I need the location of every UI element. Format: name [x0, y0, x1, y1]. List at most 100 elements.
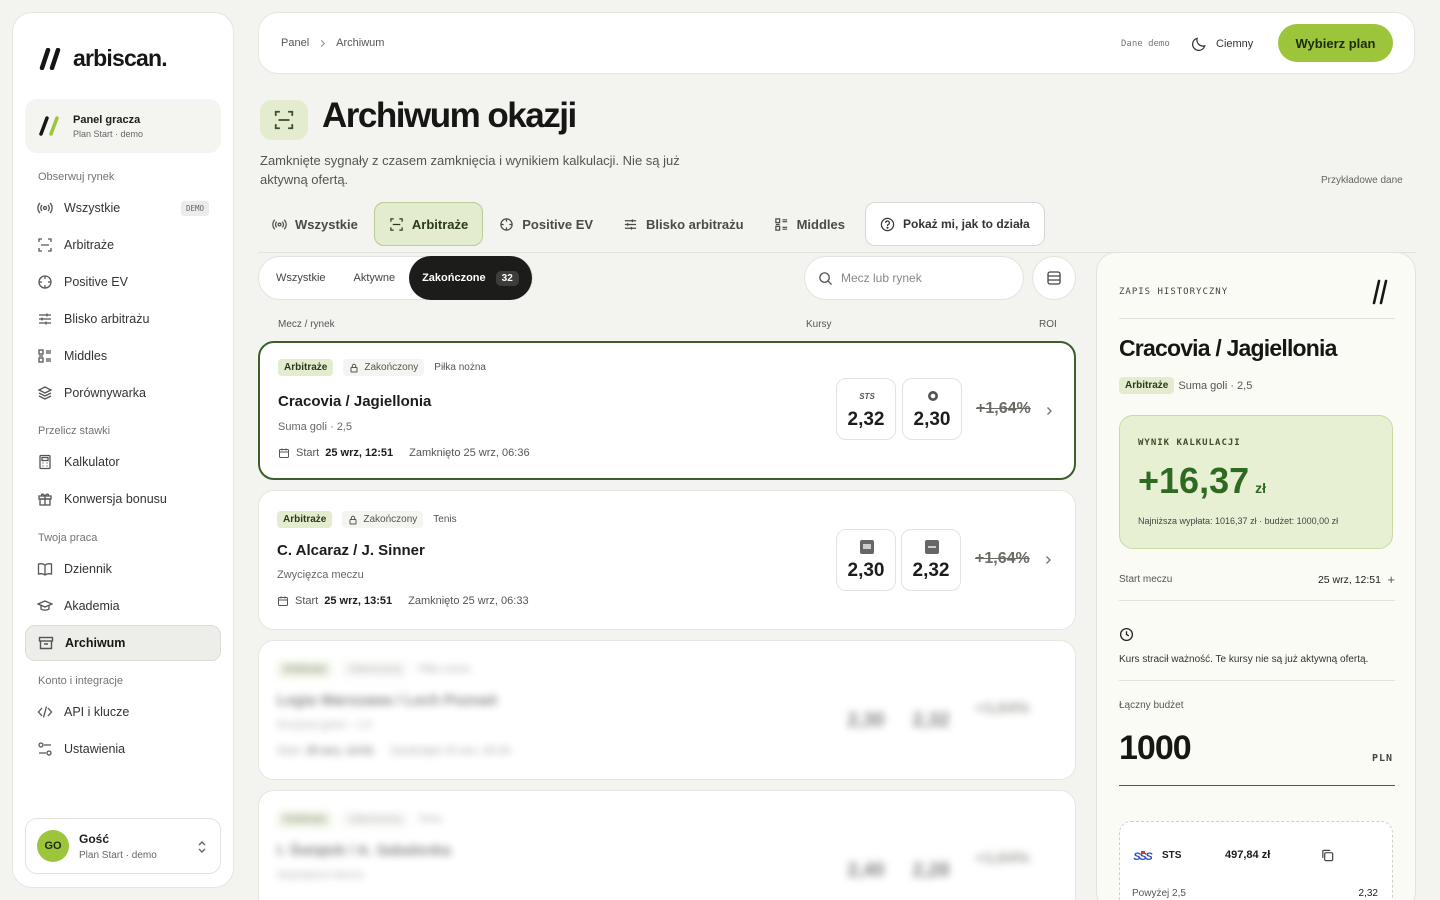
section-calculate: Przelicz stawki — [38, 425, 111, 437]
odds-cell[interactable]: 2,28 — [901, 829, 961, 891]
roi-value: +1,64% — [975, 700, 1030, 717]
sidebar-item-label: Porównywarka — [64, 386, 146, 400]
row-tags: Arbitraże Zakończony Piłka nożna — [277, 661, 470, 678]
sts-logo-icon: STS — [859, 389, 875, 403]
sport-tag: Tenis — [418, 814, 442, 825]
sidebar-item-api[interactable]: API i klucze — [25, 694, 221, 730]
filter-active[interactable]: Aktywne — [340, 256, 410, 300]
chevron-right-icon — [318, 39, 327, 48]
book-icon — [37, 561, 53, 577]
row-tags: Arbitraże Zakończony Tenis — [277, 811, 442, 828]
filter-finished[interactable]: Zakończone 32 — [409, 256, 532, 300]
odds-cell[interactable]: 2,32 — [901, 529, 961, 591]
search-box — [804, 256, 1024, 300]
sidebar-item-calculator[interactable]: Kalkulator — [25, 444, 221, 480]
panel-title: Panel gracza — [73, 113, 141, 126]
start-label: Start — [295, 595, 319, 607]
table-row[interactable]: Arbitraże Zakończony Tenis I. Świątek / … — [258, 790, 1076, 900]
market-label: Zwycięzca meczu — [277, 569, 364, 581]
market-label: Suma goli · 2,5 — [278, 421, 352, 433]
table-row[interactable]: Arbitraże Zakończony Piłka nożna Cracovi… — [258, 341, 1076, 480]
sport-tag: Piłka nożna — [418, 664, 470, 675]
scan-icon — [273, 109, 295, 131]
odds-cell[interactable]: 2,30 — [836, 529, 896, 591]
user-menu[interactable]: GO Gość Plan Start · demo — [25, 818, 221, 874]
table-row[interactable]: Arbitraże Zakończony Tenis C. Alcaraz / … — [258, 490, 1076, 630]
odds-value: 2,32 — [912, 710, 950, 731]
code-icon — [37, 704, 53, 720]
sidebar: arbiscan. Panel gracza Plan Start · demo… — [12, 12, 234, 888]
sidebar-item-label: Akademia — [64, 599, 120, 613]
sidebar-item-academy[interactable]: Akademia — [25, 588, 221, 624]
match-start-row: Start meczu 25 wrz, 12:51 + — [1119, 572, 1395, 587]
sidebar-item-middles[interactable]: Middles — [25, 338, 221, 374]
tab-all[interactable]: Wszystkie — [258, 202, 372, 246]
sidebar-item-label: Wszystkie — [64, 201, 121, 215]
odds-cell[interactable]: 2,30 — [836, 679, 896, 741]
odds-cell[interactable]: 2,40 — [836, 829, 896, 891]
tab-middles[interactable]: Middles — [760, 202, 859, 246]
tab-arbitrage[interactable]: Arbitraże — [373, 202, 484, 246]
sidebar-item-label: Konwersja bonusu — [64, 492, 167, 506]
how-it-works-button[interactable]: Pokaż mi, jak to działa — [864, 202, 1045, 246]
row-times: Start 25 wrz, 12:51 Zamknięto 25 wrz, 06… — [278, 447, 530, 459]
sidebar-item-bonus-conversion[interactable]: Konwersja bonusu — [25, 481, 221, 517]
layers-icon — [37, 385, 53, 401]
divider — [1119, 600, 1395, 601]
table-row[interactable]: Arbitraże Zakończony Piłka nożna Legia W… — [258, 640, 1076, 780]
odds-cell[interactable]: STS 2,32 — [836, 378, 896, 440]
tab-positive-ev[interactable]: Positive EV — [485, 202, 607, 246]
status-filter: Wszystkie Aktywne Zakończone 32 — [258, 256, 533, 300]
sidebar-item-positive-ev[interactable]: Positive EV — [25, 264, 221, 300]
result-note: Najniższa wypłata: 1016,37 zł · budżet: … — [1138, 516, 1339, 526]
odds-value: 2,28 — [912, 860, 950, 881]
sidebar-item-journal[interactable]: Dziennik — [25, 551, 221, 587]
theme-toggle[interactable]: Ciemny — [1191, 35, 1253, 52]
sidebar-item-comparator[interactable]: Porównywarka — [25, 375, 221, 411]
search-input[interactable] — [841, 271, 1001, 285]
sidebar-item-label: Arbitraże — [64, 238, 115, 252]
breadcrumb-panel[interactable]: Panel — [281, 37, 309, 49]
odds-cell[interactable]: 2,32 — [901, 679, 961, 741]
calculator-icon — [37, 454, 53, 470]
page-description: Zamknięte sygnały z czasem zamknięcia i … — [260, 153, 680, 187]
odds-cell[interactable]: 2,30 — [902, 378, 962, 440]
sidebar-item-label: API i klucze — [64, 705, 130, 719]
sidebar-item-archive[interactable]: Archiwum — [25, 625, 221, 661]
col-odds: Kursy — [806, 319, 832, 330]
odds-value: 2,40 — [847, 860, 885, 881]
type-tag: Arbitraże — [278, 359, 334, 376]
moon-icon — [1191, 35, 1208, 52]
plus-icon[interactable]: + — [1387, 572, 1395, 587]
status-label: Zakończony — [348, 814, 403, 825]
choose-plan-button[interactable]: Wybierz plan — [1278, 24, 1393, 62]
budget-input[interactable]: 1000 — [1119, 729, 1192, 768]
player-panel-card[interactable]: Panel gracza Plan Start · demo — [25, 99, 221, 153]
market-label: Zwycięzca meczu — [277, 869, 364, 881]
search-icon — [818, 271, 833, 286]
section-observe: Obserwuj rynek — [38, 171, 115, 183]
sidebar-item-label: Middles — [64, 349, 108, 363]
logo-slashes-icon — [1371, 279, 1389, 305]
filter-count: 32 — [495, 270, 519, 286]
view-toggle-button[interactable] — [1032, 256, 1076, 300]
odds-value: 2,30 — [847, 710, 885, 731]
tab-near-arbitrage[interactable]: Blisko arbitrażu — [609, 202, 758, 246]
status-tag: Zakończony — [342, 811, 409, 828]
result-value: +16,37 zł — [1138, 460, 1266, 502]
divider — [1119, 680, 1395, 681]
type-tag: Arbitraże — [1119, 377, 1175, 394]
filter-label: Zakończone — [422, 272, 486, 284]
sidebar-item-all[interactable]: Wszystkie DEMO — [25, 190, 221, 226]
copy-icon[interactable] — [1320, 848, 1335, 863]
start-label: Start — [296, 447, 320, 459]
sidebar-item-arbitrage[interactable]: Arbitraże — [25, 227, 221, 263]
filter-all[interactable]: Wszystkie — [262, 256, 340, 300]
sidebar-item-near-arbitrage[interactable]: Blisko arbitrażu — [25, 301, 221, 337]
brand-logo[interactable]: arbiscan. — [37, 45, 168, 72]
sidebar-item-label: Positive EV — [64, 275, 128, 289]
avatar: GO — [37, 830, 69, 862]
demo-badge: DEMO — [180, 201, 209, 216]
sidebar-item-settings[interactable]: Ustawienia — [25, 731, 221, 767]
calendar-icon — [277, 595, 289, 607]
